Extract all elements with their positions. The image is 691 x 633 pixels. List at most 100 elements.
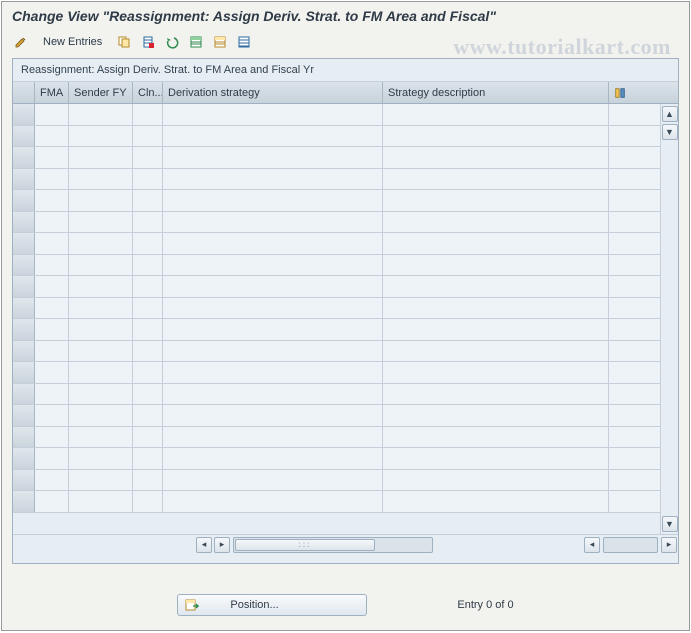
- cell-derivation-strategy[interactable]: [163, 319, 383, 340]
- cell-strategy-description[interactable]: [383, 212, 609, 233]
- scroll-bottom-button[interactable]: ▼: [662, 516, 678, 532]
- cell-derivation-strategy[interactable]: [163, 405, 383, 426]
- cell-cln[interactable]: [133, 448, 163, 469]
- cell-cln[interactable]: [133, 255, 163, 276]
- table-settings-button[interactable]: [609, 82, 631, 103]
- column-header-derivation-strategy[interactable]: Derivation strategy: [163, 82, 383, 103]
- cell-cln[interactable]: [133, 470, 163, 491]
- cell-strategy-description[interactable]: [383, 448, 609, 469]
- cell-cln[interactable]: [133, 126, 163, 147]
- cell-cln[interactable]: [133, 233, 163, 254]
- cell-strategy-description[interactable]: [383, 190, 609, 211]
- cell-cln[interactable]: [133, 190, 163, 211]
- cell-strategy-description[interactable]: [383, 362, 609, 383]
- scroll-last-button[interactable]: ▸: [661, 537, 677, 553]
- cell-fma[interactable]: [35, 104, 69, 125]
- cell-strategy-description[interactable]: [383, 427, 609, 448]
- cell-fma[interactable]: [35, 427, 69, 448]
- cell-strategy-description[interactable]: [383, 298, 609, 319]
- hscroll-track-right[interactable]: [603, 537, 658, 553]
- cell-strategy-description[interactable]: [383, 169, 609, 190]
- cell-cln[interactable]: [133, 169, 163, 190]
- cell-sender-fy[interactable]: [69, 276, 133, 297]
- cell-sender-fy[interactable]: [69, 384, 133, 405]
- cell-derivation-strategy[interactable]: [163, 427, 383, 448]
- row-selector[interactable]: [13, 362, 35, 383]
- cell-derivation-strategy[interactable]: [163, 126, 383, 147]
- row-selector[interactable]: [13, 104, 35, 125]
- cell-sender-fy[interactable]: [69, 427, 133, 448]
- cell-fma[interactable]: [35, 276, 69, 297]
- select-all-button[interactable]: [185, 32, 207, 52]
- cell-fma[interactable]: [35, 319, 69, 340]
- row-selector[interactable]: [13, 190, 35, 211]
- undo-change-button[interactable]: [161, 32, 183, 52]
- row-selector[interactable]: [13, 319, 35, 340]
- cell-sender-fy[interactable]: [69, 233, 133, 254]
- delete-button[interactable]: [137, 32, 159, 52]
- select-block-button[interactable]: [209, 32, 231, 52]
- row-selector[interactable]: [13, 341, 35, 362]
- cell-fma[interactable]: [35, 298, 69, 319]
- cell-fma[interactable]: [35, 147, 69, 168]
- cell-derivation-strategy[interactable]: [163, 212, 383, 233]
- cell-fma[interactable]: [35, 491, 69, 512]
- cell-derivation-strategy[interactable]: [163, 362, 383, 383]
- cell-derivation-strategy[interactable]: [163, 255, 383, 276]
- cell-strategy-description[interactable]: [383, 233, 609, 254]
- cell-fma[interactable]: [35, 362, 69, 383]
- cell-strategy-description[interactable]: [383, 147, 609, 168]
- scroll-first-button[interactable]: ◂: [196, 537, 212, 553]
- cell-sender-fy[interactable]: [69, 319, 133, 340]
- cell-derivation-strategy[interactable]: [163, 190, 383, 211]
- cell-sender-fy[interactable]: [69, 147, 133, 168]
- cell-fma[interactable]: [35, 169, 69, 190]
- cell-fma[interactable]: [35, 233, 69, 254]
- cell-cln[interactable]: [133, 341, 163, 362]
- cell-derivation-strategy[interactable]: [163, 233, 383, 254]
- row-selector[interactable]: [13, 276, 35, 297]
- row-selector[interactable]: [13, 470, 35, 491]
- row-selector[interactable]: [13, 298, 35, 319]
- row-selector[interactable]: [13, 147, 35, 168]
- row-selector[interactable]: [13, 212, 35, 233]
- scroll-up-button[interactable]: ▲: [662, 106, 678, 122]
- cell-strategy-description[interactable]: [383, 319, 609, 340]
- cell-fma[interactable]: [35, 190, 69, 211]
- column-header-sender-fy[interactable]: Sender FY: [69, 82, 133, 103]
- cell-strategy-description[interactable]: [383, 255, 609, 276]
- cell-cln[interactable]: [133, 319, 163, 340]
- cell-fma[interactable]: [35, 470, 69, 491]
- cell-strategy-description[interactable]: [383, 470, 609, 491]
- row-selector[interactable]: [13, 255, 35, 276]
- cell-sender-fy[interactable]: [69, 341, 133, 362]
- hscroll-thumb[interactable]: :::: [235, 539, 375, 551]
- deselect-all-button[interactable]: [233, 32, 255, 52]
- cell-strategy-description[interactable]: [383, 341, 609, 362]
- row-selector[interactable]: [13, 384, 35, 405]
- row-selector[interactable]: [13, 169, 35, 190]
- cell-cln[interactable]: [133, 104, 163, 125]
- cell-sender-fy[interactable]: [69, 126, 133, 147]
- cell-fma[interactable]: [35, 255, 69, 276]
- row-selector[interactable]: [13, 233, 35, 254]
- new-entries-button[interactable]: New Entries: [34, 32, 111, 52]
- cell-cln[interactable]: [133, 427, 163, 448]
- cell-sender-fy[interactable]: [69, 169, 133, 190]
- scroll-down-button[interactable]: ▼: [662, 124, 678, 140]
- cell-fma[interactable]: [35, 341, 69, 362]
- row-selector-header[interactable]: [13, 82, 35, 103]
- cell-derivation-strategy[interactable]: [163, 276, 383, 297]
- cell-sender-fy[interactable]: [69, 362, 133, 383]
- cell-cln[interactable]: [133, 276, 163, 297]
- cell-cln[interactable]: [133, 212, 163, 233]
- scroll-right-button[interactable]: ◂: [584, 537, 600, 553]
- cell-sender-fy[interactable]: [69, 470, 133, 491]
- row-selector[interactable]: [13, 126, 35, 147]
- cell-strategy-description[interactable]: [383, 384, 609, 405]
- cell-derivation-strategy[interactable]: [163, 448, 383, 469]
- cell-sender-fy[interactable]: [69, 104, 133, 125]
- cell-derivation-strategy[interactable]: [163, 169, 383, 190]
- cell-sender-fy[interactable]: [69, 405, 133, 426]
- cell-sender-fy[interactable]: [69, 491, 133, 512]
